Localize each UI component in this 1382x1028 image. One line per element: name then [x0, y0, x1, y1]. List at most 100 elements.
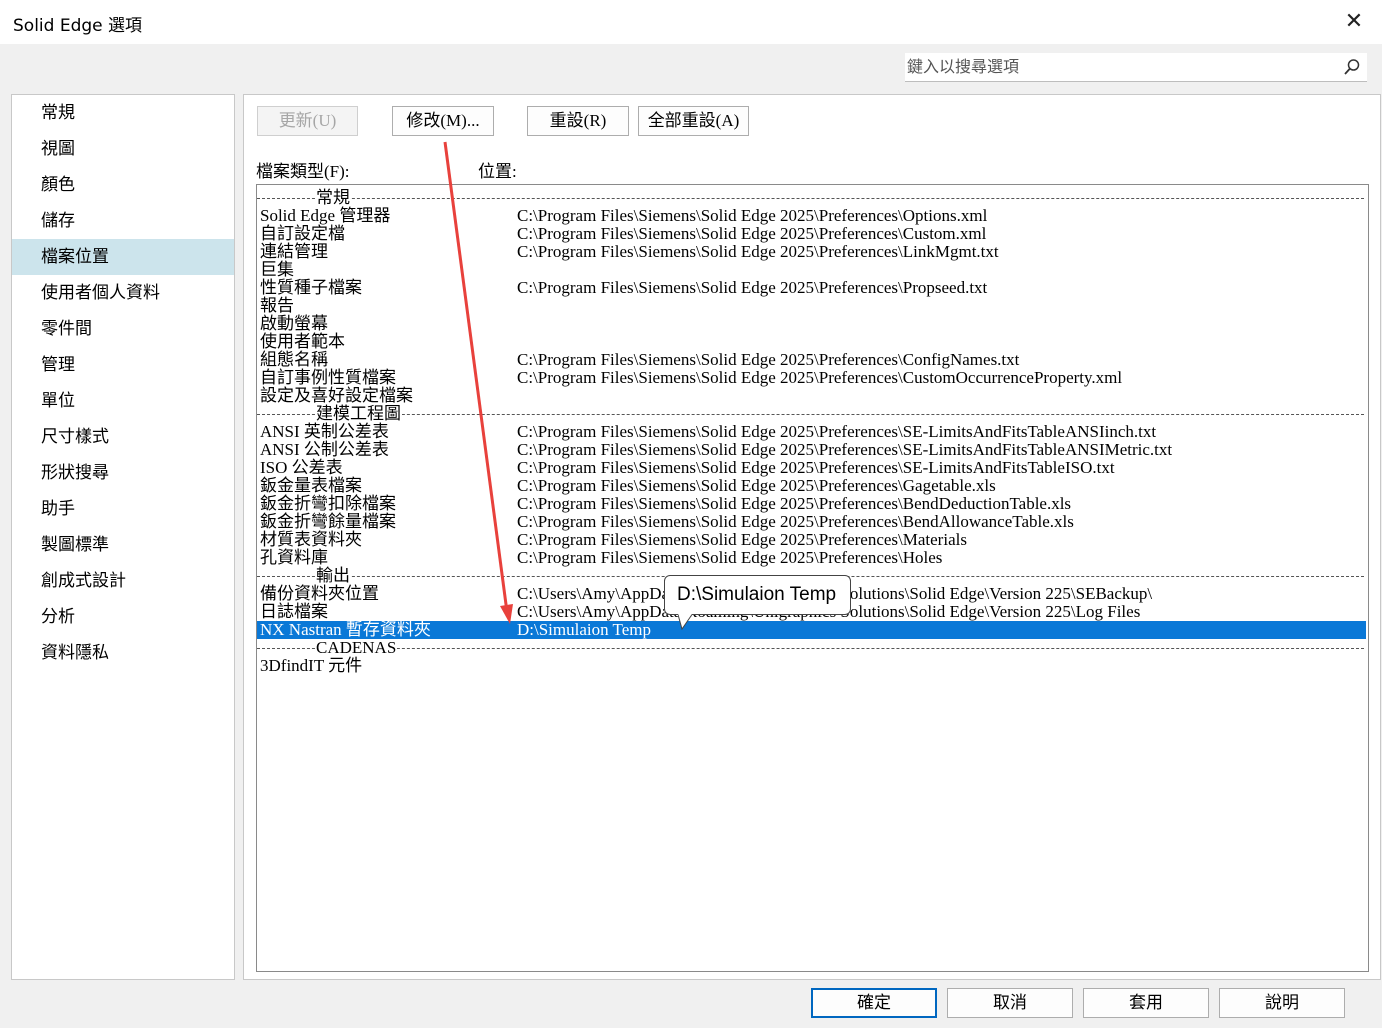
sidebar-item[interactable]: 單位 — [12, 383, 234, 419]
file-type-name: NX Nastran 暫存資料夾 — [260, 620, 431, 639]
help-button[interactable]: 說明 — [1219, 988, 1345, 1018]
file-location-row[interactable]: 材質表資料夾 C:\Program Files\Siemens\Solid Edg… — [257, 531, 1366, 549]
file-location-path: C:\Program Files\Siemens\Solid Edge 2025… — [517, 224, 987, 243]
search-input[interactable] — [907, 53, 1337, 79]
reset-all-button[interactable]: 全部重設(A) — [638, 106, 749, 136]
close-button[interactable]: ✕ — [1340, 8, 1368, 36]
file-type-name: 連結管理 — [260, 242, 328, 261]
window-title: Solid Edge 選項 — [13, 16, 143, 36]
file-location-row[interactable]: NX Nastran 暫存資料夾 D:\Simulaion Temp — [257, 621, 1366, 639]
close-icon: ✕ — [1344, 9, 1364, 34]
sidebar-item[interactable]: 尺寸樣式 — [12, 419, 234, 455]
file-location-path: D:\Simulaion Temp — [517, 620, 652, 639]
file-location-path: C:\Program Files\Siemens\Solid Edge 2025… — [517, 494, 1072, 513]
section-label: 輸出 — [315, 566, 351, 585]
file-location-row[interactable]: 鈑金折彎扣除檔案 C:\Program Files\Siemens\Solid E… — [257, 495, 1366, 513]
file-type-name: 日誌檔案 — [260, 602, 328, 621]
file-location-row[interactable]: 連結管理 C:\Program Files\Siemens\Solid Edge … — [257, 243, 1366, 261]
file-type-name: Solid Edge 管理器 — [260, 206, 391, 225]
sidebar-item[interactable]: 視圖 — [12, 131, 234, 167]
ok-button[interactable]: 確定 — [811, 988, 937, 1018]
file-type-name: 組態名稱 — [260, 350, 328, 369]
file-type-name: 3DfindIT 元件 — [260, 656, 363, 675]
file-type-name: 巨集 — [260, 260, 294, 279]
file-location-row[interactable]: 組態名稱 C:\Program Files\Siemens\Solid Edge … — [257, 351, 1366, 369]
file-type-name: 報告 — [260, 296, 294, 315]
file-type-name: 自訂事例性質檔案 — [260, 368, 396, 387]
file-type-name: 鈑金折彎扣除檔案 — [260, 494, 396, 513]
file-type-name: 鈑金量表檔案 — [260, 476, 362, 495]
file-location-row[interactable]: 啟動螢幕 — [257, 315, 1366, 333]
file-type-name: ANSI 英制公差表 — [260, 422, 389, 441]
file-type-label: 檔案類型(F): — [256, 162, 350, 181]
sidebar-item[interactable]: 資料隱私 — [12, 635, 234, 671]
file-type-name: ANSI 公制公差表 — [260, 440, 389, 459]
section-header-row[interactable]: CADENAS — [257, 639, 1366, 657]
sidebar-item[interactable]: 檔案位置 — [12, 239, 234, 275]
section-label: 常規 — [315, 188, 351, 207]
file-location-row[interactable]: 使用者範本 — [257, 333, 1366, 351]
section-header-row[interactable]: 建模工程圖 — [257, 405, 1366, 423]
file-location-row[interactable]: 孔資料庫 C:\Program Files\Siemens\Solid Edge … — [257, 549, 1366, 567]
file-location-row[interactable]: 設定及喜好設定檔案 — [257, 387, 1366, 405]
cancel-button[interactable]: 取消 — [947, 988, 1073, 1018]
file-type-name: 材質表資料夾 — [260, 530, 362, 549]
file-location-row[interactable]: 鈑金折彎餘量檔案 C:\Program Files\Siemens\Solid E… — [257, 513, 1366, 531]
tooltip-tail — [678, 614, 693, 630]
sidebar-item[interactable]: 零件間 — [12, 311, 234, 347]
file-type-name: 設定及喜好設定檔案 — [260, 386, 413, 405]
file-location-path: C:\Program Files\Siemens\Solid Edge 2025… — [517, 278, 988, 297]
file-type-name: 自訂設定檔 — [260, 224, 345, 243]
file-location-path: C:\Program Files\Siemens\Solid Edge 2025… — [517, 350, 1020, 369]
file-type-name: 性質種子檔案 — [260, 278, 362, 297]
apply-button[interactable]: 套用 — [1083, 988, 1209, 1018]
sidebar-item[interactable]: 常規 — [12, 95, 234, 131]
title-bar: Solid Edge 選項 ✕ — [0, 0, 1382, 44]
sidebar-item[interactable]: 製圖標準 — [12, 527, 234, 563]
file-type-name: ISO 公差表 — [260, 458, 343, 477]
file-type-name: 備份資料夾位置 — [260, 584, 379, 603]
sidebar-item[interactable]: 儲存 — [12, 203, 234, 239]
sidebar-item[interactable]: 顏色 — [12, 167, 234, 203]
sidebar-item[interactable]: 形狀搜尋 — [12, 455, 234, 491]
search-box[interactable] — [905, 53, 1367, 82]
section-divider — [257, 414, 1364, 415]
section-header-row[interactable]: 常規 — [257, 189, 1366, 207]
sidebar-item[interactable]: 分析 — [12, 599, 234, 635]
file-location-path: C:\Program Files\Siemens\Solid Edge 2025… — [517, 242, 999, 261]
file-location-path: C:\Program Files\Siemens\Solid Edge 2025… — [517, 512, 1074, 531]
file-location-row[interactable]: 自訂事例性質檔案 C:\Program Files\Siemens\Solid E… — [257, 369, 1366, 387]
file-type-name: 鈑金折彎餘量檔案 — [260, 512, 396, 531]
reset-button[interactable]: 重設(R) — [527, 106, 629, 136]
file-location-row[interactable]: Solid Edge 管理器 C:\Program Files\Siemens\S… — [257, 207, 1366, 225]
file-location-row[interactable]: 巨集 — [257, 261, 1366, 279]
file-location-path: C:\Program Files\Siemens\Solid Edge 2025… — [517, 422, 1157, 441]
file-location-row[interactable]: ISO 公差表 C:\Program Files\Siemens\Solid Ed… — [257, 459, 1366, 477]
sidebar-item[interactable]: 創成式設計 — [12, 563, 234, 599]
file-location-row[interactable]: 報告 — [257, 297, 1366, 315]
file-location-row[interactable]: 3DfindIT 元件 — [257, 657, 1366, 675]
sidebar-item[interactable]: 助手 — [12, 491, 234, 527]
section-divider — [257, 648, 1364, 649]
file-location-path: C:\Program Files\Siemens\Solid Edge 2025… — [517, 548, 943, 567]
file-location-row[interactable]: ANSI 公制公差表 C:\Program Files\Siemens\Solid… — [257, 441, 1366, 459]
file-type-name: 孔資料庫 — [260, 548, 328, 567]
sidebar-item[interactable]: 使用者個人資料 — [12, 275, 234, 311]
location-label: 位置: — [478, 162, 517, 181]
section-label: CADENAS — [315, 638, 398, 657]
file-type-name: 啟動螢幕 — [260, 314, 328, 333]
update-button[interactable]: 更新(U) — [257, 106, 358, 136]
file-location-row[interactable]: 鈑金量表檔案 C:\Program Files\Siemens\Solid Edg… — [257, 477, 1366, 495]
file-type-name: 使用者範本 — [260, 332, 345, 351]
file-location-path: C:\Program Files\Siemens\Solid Edge 2025… — [517, 206, 988, 225]
options-nav: 常規 視圖 顏色 儲存 檔案位置 使用者個人資料 零件間 管理 單位 尺寸樣式 形狀搜尋 助手 製圖標準… — [11, 94, 235, 980]
file-location-path: C:\Program Files\Siemens\Solid Edge 2025… — [517, 476, 996, 495]
file-location-path: C:\Program Files\Siemens\Solid Edge 2025… — [517, 368, 1123, 387]
file-location-row[interactable]: 自訂設定檔 C:\Program Files\Siemens\Solid Edge… — [257, 225, 1366, 243]
file-location-row[interactable]: 性質種子檔案 C:\Program Files\Siemens\Solid Edg… — [257, 279, 1366, 297]
sidebar-item[interactable]: 管理 — [12, 347, 234, 383]
file-location-path: C:\Program Files\Siemens\Solid Edge 2025… — [517, 530, 967, 549]
modify-button[interactable]: 修改(M)... — [392, 106, 494, 136]
file-location-row[interactable]: ANSI 英制公差表 C:\Program Files\Siemens\Solid… — [257, 423, 1366, 441]
search-icon[interactable] — [1343, 58, 1361, 76]
